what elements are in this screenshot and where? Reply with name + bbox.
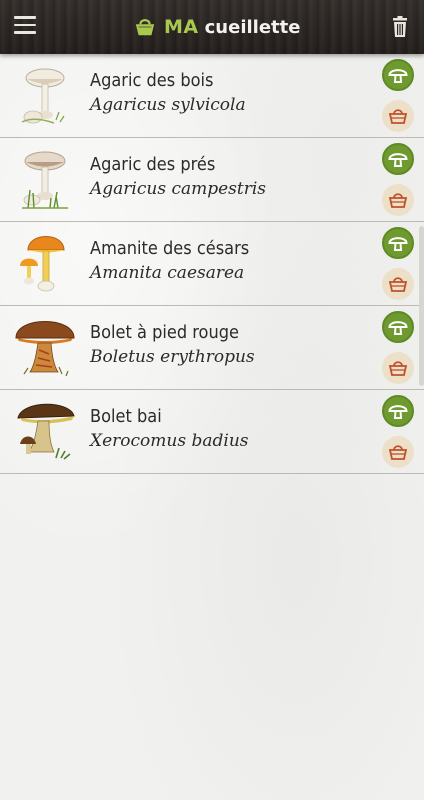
mushroom-info-button[interactable]	[382, 59, 414, 91]
common-name: Agaric des bois	[90, 70, 214, 91]
title-accent: MA	[164, 16, 199, 38]
latin-name: Xerocomus badius	[90, 431, 249, 451]
list-item[interactable]: Agaric des prés Agaricus campestris	[0, 138, 424, 222]
basket-icon	[388, 445, 408, 460]
basket-icon	[388, 193, 408, 208]
brown-bolete-red-stem-image	[15, 321, 75, 377]
latin-name: Boletus erythropus	[90, 347, 255, 367]
white-mushroom-image	[21, 68, 65, 124]
app-bar: MA cueillette	[0, 0, 424, 54]
list-item[interactable]: Amanite des césars Amanita caesarea	[0, 222, 424, 306]
white-mushroom-grass-image	[22, 151, 68, 209]
common-name: Bolet bai	[90, 406, 162, 427]
app-title: MA cueillette	[134, 12, 300, 42]
add-to-basket-button[interactable]	[382, 352, 414, 384]
mushroom-info-button[interactable]	[382, 227, 414, 259]
add-to-basket-button[interactable]	[382, 100, 414, 132]
mushroom-list: Agaric des bois Agaricus sylvicola Agari…	[0, 54, 424, 474]
trash-icon[interactable]	[391, 16, 409, 38]
hamburger-menu-icon[interactable]	[14, 16, 36, 34]
mushroom-icon	[388, 405, 408, 419]
common-name: Amanite des césars	[90, 238, 250, 259]
basket-icon	[135, 19, 155, 36]
list-item[interactable]: Bolet bai Xerocomus badius	[0, 390, 424, 474]
orange-amanita-image	[20, 236, 65, 292]
add-to-basket-button[interactable]	[382, 184, 414, 216]
basket-icon	[388, 361, 408, 376]
mushroom-icon	[388, 321, 408, 335]
latin-name: Agaricus campestris	[90, 179, 267, 199]
scrollbar-thumb[interactable]	[419, 226, 424, 386]
list-item[interactable]: Agaric des bois Agaricus sylvicola	[0, 54, 424, 138]
add-to-basket-button[interactable]	[382, 436, 414, 468]
common-name: Agaric des prés	[90, 154, 216, 175]
mushroom-info-button[interactable]	[382, 143, 414, 175]
list-item[interactable]: Bolet à pied rouge Boletus erythropus	[0, 306, 424, 390]
mushroom-icon	[388, 237, 408, 251]
mushroom-info-button[interactable]	[382, 395, 414, 427]
mushroom-info-button[interactable]	[382, 311, 414, 343]
basket-icon	[388, 109, 408, 124]
mushroom-icon	[388, 69, 408, 83]
add-to-basket-button[interactable]	[382, 268, 414, 300]
basket-icon	[388, 277, 408, 292]
mushroom-icon	[388, 153, 408, 167]
common-name: Bolet à pied rouge	[90, 322, 239, 343]
dark-brown-bolete-image	[17, 403, 75, 460]
latin-name: Amanita caesarea	[90, 263, 245, 283]
title-text: cueillette	[204, 16, 301, 38]
latin-name: Agaricus sylvicola	[90, 95, 246, 115]
